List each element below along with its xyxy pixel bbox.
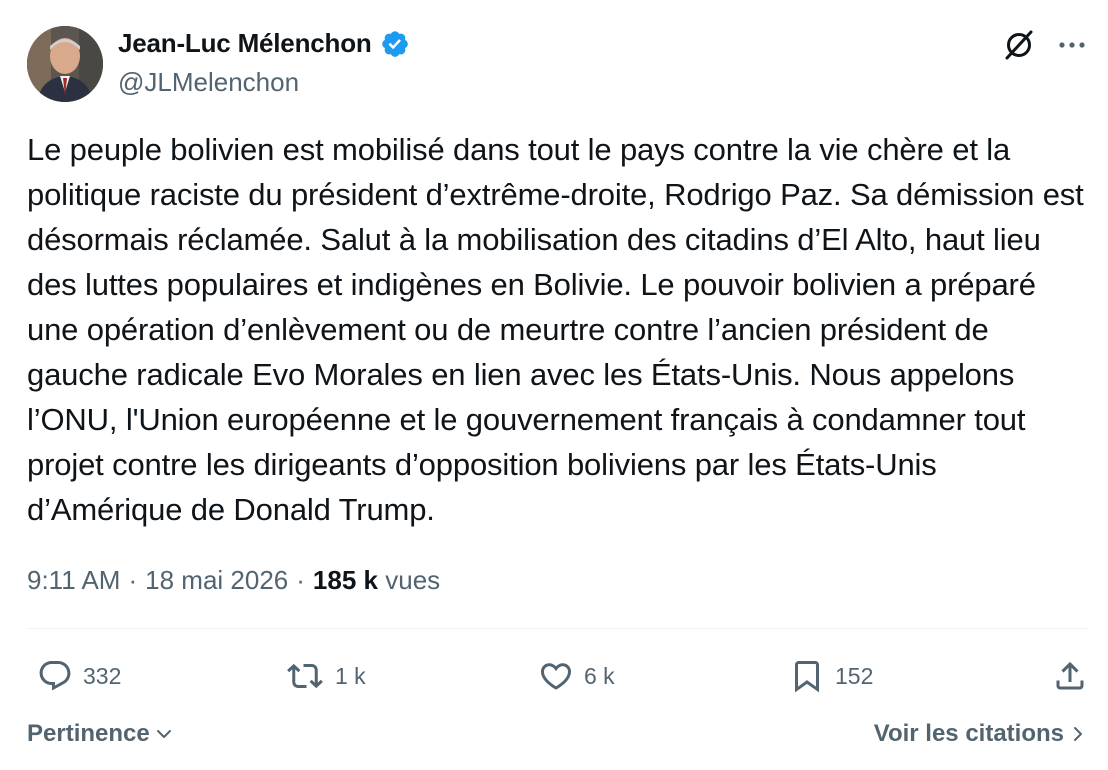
chevron-right-icon	[1074, 727, 1082, 741]
meta-separator: ·	[296, 565, 305, 595]
avatar[interactable]	[27, 26, 103, 102]
reply-footer: Pertinence Voir les citations	[27, 720, 1088, 748]
tweet-date[interactable]: 18 mai 2026	[145, 565, 288, 596]
action-bar: 332 1 k 6 k 152	[27, 654, 1088, 698]
bookmark-button[interactable]: 152	[789, 654, 873, 698]
verified-badge-icon[interactable]	[380, 29, 410, 59]
bookmark-count: 152	[835, 662, 874, 689]
repost-button[interactable]: 1 k	[285, 654, 366, 698]
reply-icon	[39, 661, 71, 691]
chevron-down-icon	[156, 730, 171, 738]
views[interactable]: 185 k vues	[313, 565, 440, 596]
like-count: 6 k	[584, 662, 615, 689]
tweet-meta: 9:11 AM · 18 mai 2026 · 185 k vues	[27, 565, 440, 596]
share-button[interactable]	[1052, 654, 1088, 698]
reply-count: 332	[83, 662, 122, 689]
author-display-name[interactable]: Jean-Luc Mélenchon	[118, 28, 372, 59]
views-count: 185 k	[312, 565, 378, 595]
bookmark-icon	[795, 661, 819, 693]
author-handle[interactable]: @JLMelenchon	[118, 67, 299, 98]
author-name-row: Jean-Luc Mélenchon	[118, 28, 410, 59]
sort-label: Pertinence	[27, 720, 150, 747]
sort-dropdown[interactable]: Pertinence	[27, 720, 174, 748]
divider	[27, 628, 1088, 629]
more-icon[interactable]	[1058, 40, 1086, 50]
repost-icon	[287, 663, 323, 689]
tweet-time[interactable]: 9:11 AM	[27, 565, 120, 596]
views-label: vues	[385, 565, 441, 595]
repost-count: 1 k	[335, 662, 366, 689]
tweet-text: Le peuple bolivien est mobilisé dans tou…	[27, 132, 1084, 527]
like-button[interactable]: 6 k	[538, 654, 615, 698]
view-quotes-link[interactable]: Voir les citations	[874, 720, 1088, 748]
grok-icon[interactable]	[1002, 28, 1036, 62]
heart-icon	[540, 663, 572, 690]
header-actions	[1002, 28, 1086, 62]
share-icon	[1056, 661, 1084, 690]
meta-separator: ·	[128, 565, 138, 595]
reply-button[interactable]: 332	[37, 654, 121, 698]
view-quotes-label: Voir les citations	[873, 720, 1064, 747]
tweet-detail: Jean-Luc Mélenchon @JLMelenchon Le peupl…	[0, 0, 1108, 770]
